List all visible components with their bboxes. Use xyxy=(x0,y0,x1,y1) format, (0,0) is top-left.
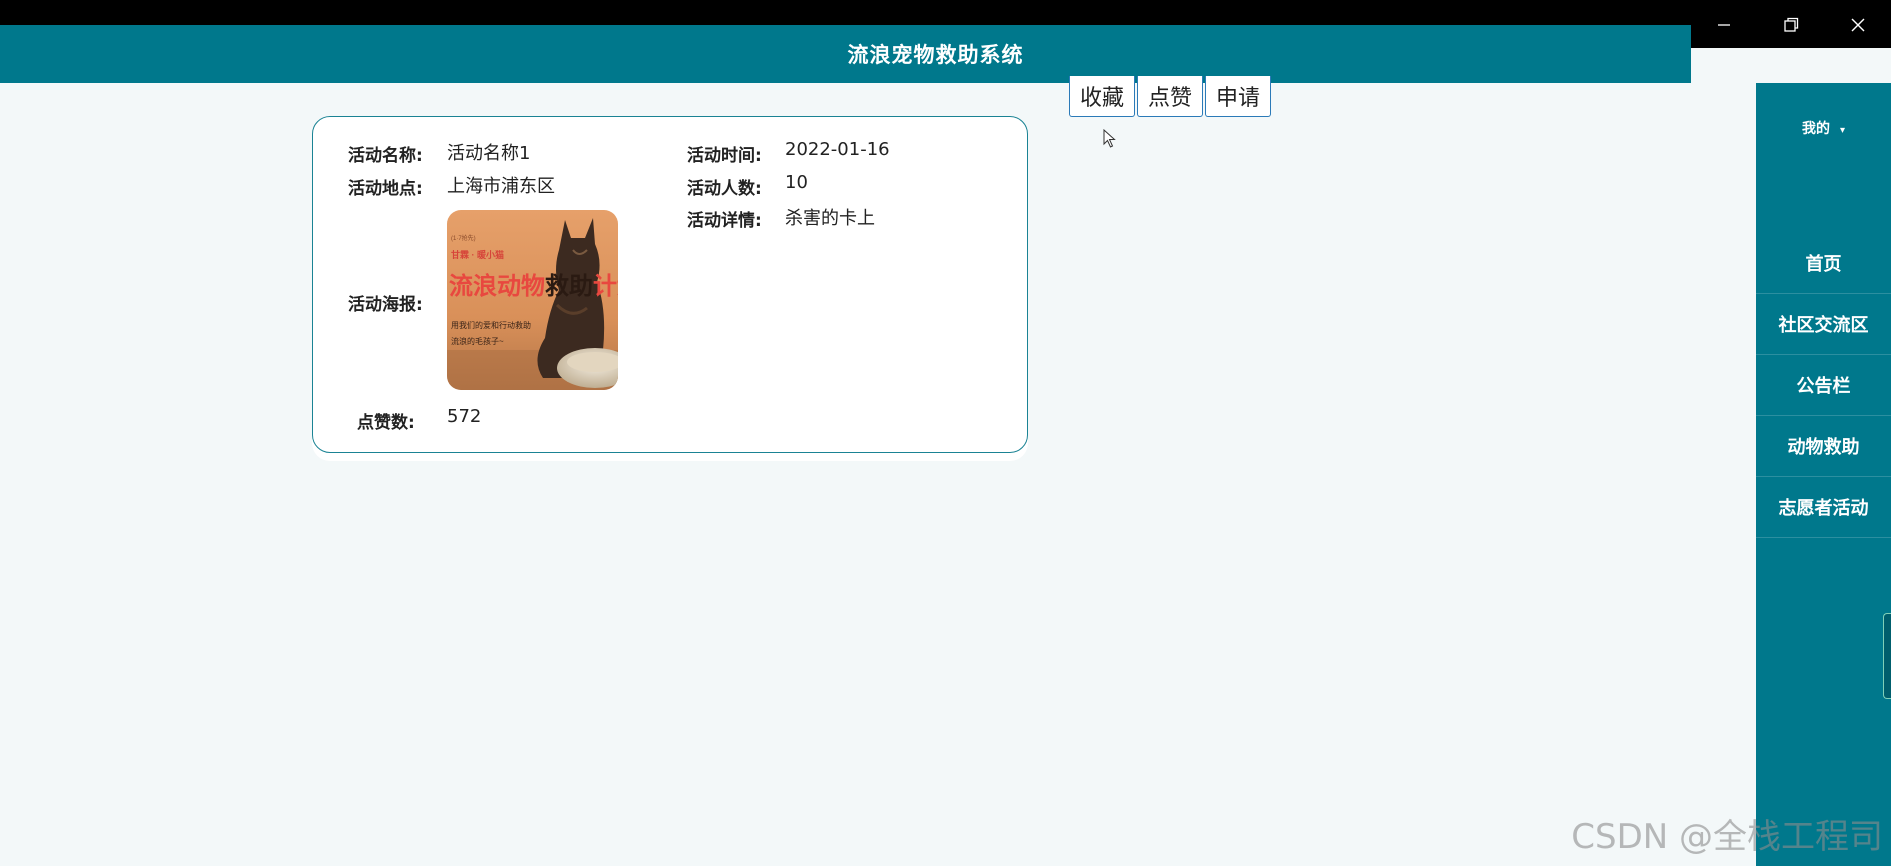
sidebar-item-rescue[interactable]: 动物救助 xyxy=(1756,416,1891,477)
people-value: 10 xyxy=(785,172,808,193)
poster-sub1: 用我们的爱和行动救助 xyxy=(451,320,531,330)
user-menu[interactable]: 我的 ▾ xyxy=(1756,118,1891,138)
sidebar-item-label: 首页 xyxy=(1805,254,1842,275)
like-button[interactable]: 点赞 xyxy=(1137,76,1204,117)
watermark: CSDN @全栈工程司 xyxy=(1571,817,1883,857)
sidebar-item-label: 动物救助 xyxy=(1787,437,1860,458)
sidebar-item-community[interactable]: 社区交流区 xyxy=(1756,294,1891,355)
poster-title-c: 计划 xyxy=(593,273,618,300)
app-header: 流浪宠物救助系统 xyxy=(0,25,1691,83)
window-controls xyxy=(1691,0,1891,48)
minimize-icon[interactable] xyxy=(1691,14,1757,35)
os-title-bar xyxy=(0,0,1891,25)
poster-title-b: 救助 xyxy=(545,273,593,300)
name-label: 活动名称: xyxy=(348,146,423,166)
likes-label: 点赞数: xyxy=(357,413,415,433)
user-menu-label: 我的 xyxy=(1801,121,1830,137)
poster-line1: 甘霖 · 暖小猫 xyxy=(451,249,504,260)
scroll-handle[interactable] xyxy=(1883,613,1891,699)
time-label: 活动时间: xyxy=(687,146,762,166)
restore-icon[interactable] xyxy=(1758,14,1824,35)
details-value: 杀害的卡上 xyxy=(785,208,875,229)
location-value: 上海市浦东区 xyxy=(447,176,555,197)
mouse-cursor-icon xyxy=(1103,129,1116,148)
time-value: 2022-01-16 xyxy=(785,139,890,160)
apply-button[interactable]: 申请 xyxy=(1205,76,1272,117)
sidebar-item-home[interactable]: 首页 xyxy=(1756,233,1891,294)
action-buttons: 收藏 点赞 申请 xyxy=(1069,76,1273,117)
sidebar-item-volunteer[interactable]: 志愿者活动 xyxy=(1756,477,1891,538)
activity-poster-image: (1·7抢先) 甘霖 · 暖小猫 流浪动物 救助 计划 用我们的爱和行动救助 流… xyxy=(447,210,618,390)
sidebar-item-label: 社区交流区 xyxy=(1778,315,1869,336)
sidebar: 我的 ▾ 首页 社区交流区 公告栏 动物救助 志愿者活动 xyxy=(1756,83,1891,866)
close-icon[interactable] xyxy=(1825,14,1891,35)
location-label: 活动地点: xyxy=(348,179,423,199)
favorite-button[interactable]: 收藏 xyxy=(1069,76,1136,117)
likes-value: 572 xyxy=(447,406,482,427)
poster-small-tag: (1·7抢先) xyxy=(451,234,476,242)
poster-label: 活动海报: xyxy=(348,295,423,315)
details-label: 活动详情: xyxy=(687,211,762,231)
sidebar-item-notice[interactable]: 公告栏 xyxy=(1756,355,1891,416)
sidebar-item-label: 志愿者活动 xyxy=(1778,498,1869,519)
caret-down-icon: ▾ xyxy=(1839,125,1846,136)
sidebar-nav: 首页 社区交流区 公告栏 动物救助 志愿者活动 xyxy=(1756,233,1891,538)
page-title: 流浪宠物救助系统 xyxy=(847,43,1024,67)
people-label: 活动人数: xyxy=(687,179,762,199)
sidebar-item-label: 公告栏 xyxy=(1796,376,1851,397)
name-value: 活动名称1 xyxy=(447,143,531,164)
poster-sub2: 流浪的毛孩子~ xyxy=(451,336,504,346)
activity-detail-card xyxy=(312,116,1028,453)
poster-title-a: 流浪动物 xyxy=(449,272,545,300)
